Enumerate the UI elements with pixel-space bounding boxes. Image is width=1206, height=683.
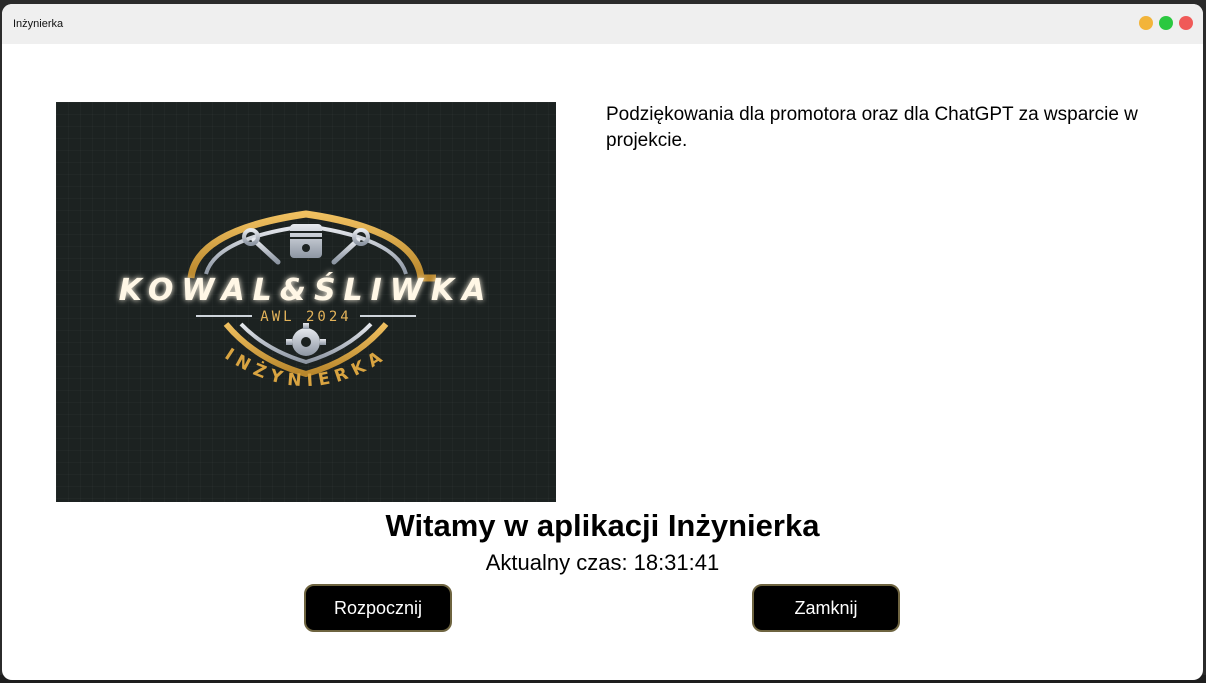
- maximize-button[interactable]: [1159, 16, 1173, 30]
- title-bar[interactable]: Inżynierka: [2, 4, 1203, 44]
- logo-image: KOWAL&ŚLIWKA AWL 2024 INŻYNIERKA: [56, 102, 556, 502]
- gear-icon: [286, 323, 326, 356]
- app-window: Inżynierka KOWAL&ŚLIWKA AWL 2024 INŻYNIE…: [2, 4, 1203, 680]
- logo-emblem: KOWAL&ŚLIWKA AWL 2024 INŻYNIERKA: [119, 210, 494, 391]
- minimize-button[interactable]: [1139, 16, 1153, 30]
- clock-row: Aktualny czas: 18:31:41: [2, 550, 1203, 576]
- start-button[interactable]: Rozpocznij: [304, 584, 452, 632]
- clock-value: 18:31:41: [633, 550, 720, 575]
- window-title: Inżynierka: [13, 18, 64, 30]
- thanks-text: Podziękowania dla promotora oraz dla Cha…: [606, 104, 1138, 151]
- close-button[interactable]: Zamknij: [752, 584, 900, 632]
- logo-subtitle-text: AWL 2024: [260, 309, 351, 325]
- logo-brand-text: KOWAL&ŚLIWKA: [119, 271, 494, 308]
- piston-icon: [290, 224, 322, 258]
- close-window-button[interactable]: [1179, 16, 1193, 30]
- clock-label: Aktualny czas:: [485, 550, 628, 575]
- welcome-heading: Witamy w aplikacji Inżynierka: [385, 508, 820, 543]
- window-controls: [1139, 16, 1193, 30]
